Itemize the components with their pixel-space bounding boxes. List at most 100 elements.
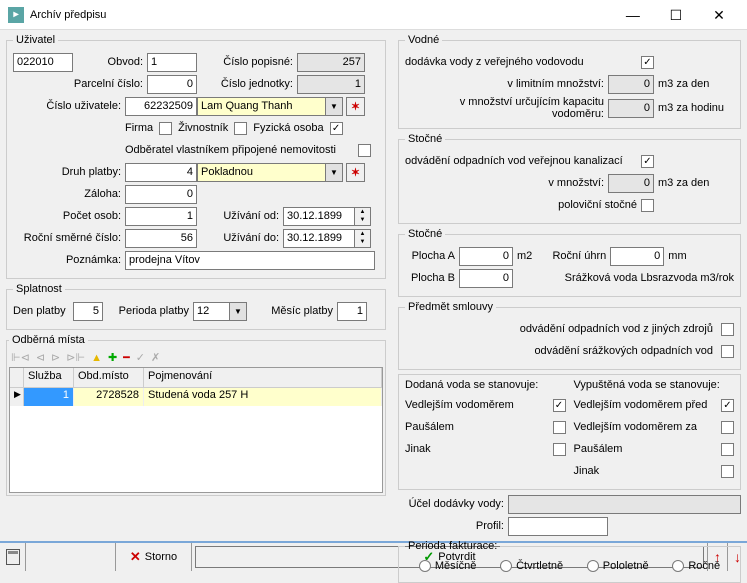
radio-ctvrtletne[interactable]: Čtvrtletně [500, 560, 563, 572]
vyp-jinak-check[interactable] [721, 465, 734, 478]
vodne-v2[interactable] [608, 75, 654, 94]
close-button[interactable]: ✕ [699, 1, 739, 29]
vodne-l1: dodávka vody z veřejného vodovodu [405, 56, 641, 68]
profil-field[interactable] [508, 517, 608, 536]
splatnost-group: Splatnost Den platby Perioda platby 12▼ … [6, 283, 386, 330]
plochaA-field[interactable] [459, 247, 513, 266]
col-obd[interactable]: Obd.místo [74, 368, 144, 387]
stocne1-group: Stočné odvádění odpadních vod veřejnou k… [398, 133, 741, 224]
mesic-field[interactable] [337, 302, 367, 321]
stocne1-check1[interactable] [641, 155, 654, 168]
window-title: Archív předpisu [30, 9, 613, 21]
vyp-za-check[interactable] [721, 421, 734, 434]
druh-field[interactable] [125, 163, 197, 182]
nav-last-icon[interactable]: ⊳⊩ [66, 351, 85, 364]
nav-next-icon[interactable]: ⊳ [51, 351, 60, 364]
ucel-field[interactable] [508, 495, 741, 514]
minimize-button[interactable]: — [613, 1, 653, 29]
vodne-check1[interactable] [641, 56, 654, 69]
pozn-field[interactable] [125, 251, 375, 270]
vodne-legend: Vodné [405, 34, 442, 46]
uzod-label: Užívání od: [197, 210, 283, 222]
col-pojm[interactable]: Pojmenování [144, 368, 382, 387]
rocni-field[interactable] [610, 247, 664, 266]
titlebar: ▸ Archív předpisu — ☐ ✕ [0, 0, 747, 30]
mesic-label: Měsíc platby [247, 305, 337, 317]
cp-label: Číslo popisné: [197, 56, 297, 68]
delete-icon[interactable]: ━ [123, 351, 130, 364]
vodne-v3[interactable] [608, 99, 654, 118]
col-sluzba[interactable]: Služba [24, 368, 74, 387]
plochaA-label: Plocha A [405, 250, 459, 262]
cj-field[interactable] [297, 75, 365, 94]
stocne2-group: Stočné Plocha A m2 Roční úhrn mm Plocha … [398, 228, 741, 297]
cj-label: Číslo jednotky: [197, 78, 297, 90]
stocne1-l2: v množství: [405, 177, 608, 189]
nav-prev-icon[interactable]: ⊲ [36, 351, 45, 364]
dod-paus-check[interactable] [553, 421, 566, 434]
radio-pololetne[interactable]: Pololetně [587, 560, 649, 572]
calculator-button[interactable] [0, 543, 26, 571]
uzdo-field[interactable]: ▲▼ [283, 229, 371, 248]
cu-add-button[interactable]: ✶ [346, 97, 365, 116]
den-field[interactable] [73, 302, 103, 321]
fakturace-group: Perioda fakturace: Měsíčně Čtvrtletně Po… [398, 540, 741, 583]
uzod-field[interactable]: ▲▼ [283, 207, 371, 226]
rocni-label: Roční úhrn [536, 250, 610, 262]
ucel-label: Účel dodávky vody: [398, 498, 508, 510]
predmet-check1[interactable] [721, 323, 734, 336]
smerne-field[interactable] [125, 229, 197, 248]
stocne2-legend: Stočné [405, 228, 445, 240]
stocne1-check3[interactable] [641, 199, 654, 212]
dod-vedl-check[interactable] [553, 399, 566, 412]
odberna-group: Odběrná místa ⊩⊲ ⊲ ⊳ ⊳⊩ ▲ ✚ ━ ✓ ✗ Služba… [6, 334, 386, 496]
fakturace-legend: Perioda fakturace: [405, 540, 500, 552]
app-icon: ▸ [8, 7, 24, 23]
perioda-field[interactable]: 12 [197, 305, 209, 317]
pocet-field[interactable] [125, 207, 197, 226]
druh-add-button[interactable]: ✶ [346, 163, 365, 182]
vodne-group: Vodné dodávka vody z veřejného vodovodu … [398, 34, 741, 129]
confirm-icon[interactable]: ✓ [136, 351, 145, 364]
odberna-legend: Odběrná místa [9, 334, 88, 346]
zaloha-field[interactable] [125, 185, 197, 204]
cancel-icon[interactable]: ✗ [151, 351, 160, 364]
cu-label: Číslo uživatele: [13, 100, 125, 112]
storno-button[interactable]: ✕Storno [116, 543, 192, 571]
odberatel-check[interactable] [358, 144, 371, 157]
odberna-grid[interactable]: Služba Obd.místo Pojmenování ▶ 1 2728528… [9, 367, 383, 493]
fyz-check[interactable] [330, 122, 343, 135]
dropdown-icon[interactable]: ▼ [325, 164, 342, 181]
edit-icon[interactable]: ▲ [91, 352, 102, 364]
dropdown-icon[interactable]: ▼ [325, 98, 342, 115]
cu-field[interactable] [125, 97, 197, 116]
dropdown-icon[interactable]: ▼ [229, 303, 246, 320]
maximize-button[interactable]: ☐ [656, 1, 696, 29]
predmet-check2[interactable] [721, 345, 734, 358]
firma-check[interactable] [159, 122, 172, 135]
predmet-group: Předmět smlouvy odvádění odpadních vod z… [398, 301, 741, 370]
vyp-paus-check[interactable] [721, 443, 734, 456]
parc-field[interactable] [147, 75, 197, 94]
plochaB-field[interactable] [459, 269, 513, 288]
vypustena-label: Vypuštěná voda se stanovuje: [574, 379, 735, 391]
user-code[interactable] [13, 53, 73, 72]
radio-mesicne[interactable]: Měsíčně [419, 560, 477, 572]
stocne1-v2[interactable] [608, 174, 654, 193]
fyz-label: Fyzická osoba [253, 122, 323, 134]
add-icon[interactable]: ✚ [108, 351, 117, 364]
x-icon: ✕ [130, 549, 141, 565]
radio-rocne[interactable]: Ročně [672, 560, 720, 572]
vyp-pred-check[interactable] [721, 399, 734, 412]
zivnost-check[interactable] [234, 122, 247, 135]
profil-label: Profil: [398, 520, 508, 532]
smerne-label: Roční směrné číslo: [13, 232, 125, 244]
cp-field[interactable] [297, 53, 365, 72]
dod-jinak-check[interactable] [553, 443, 566, 456]
table-row[interactable]: ▶ 1 2728528 Studená voda 257 H [10, 388, 382, 406]
druh-name[interactable]: Pokladnou [201, 166, 253, 178]
user-group: Uživatel Obvod: 1 Číslo popisné: Parceln… [6, 34, 386, 279]
cu-name[interactable]: Lam Quang Thanh [201, 100, 293, 112]
nav-first-icon[interactable]: ⊩⊲ [11, 351, 30, 364]
obvod-value[interactable]: 1 [151, 56, 157, 68]
